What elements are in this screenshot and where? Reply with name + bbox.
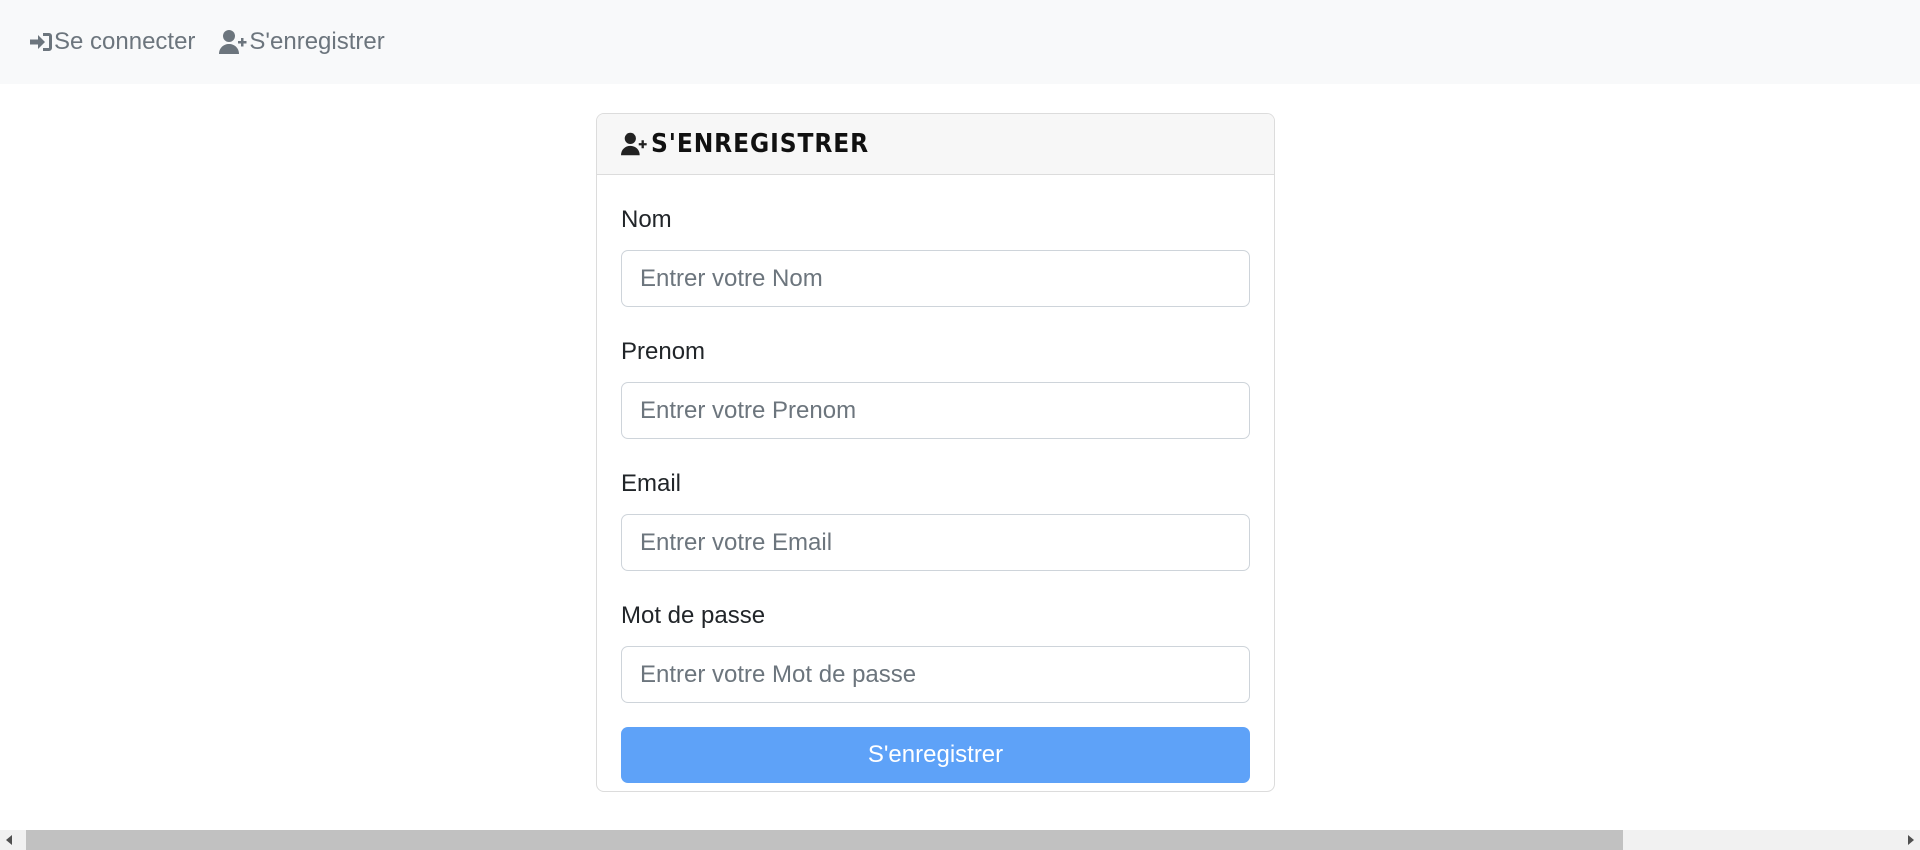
password-label: Mot de passe: [621, 602, 766, 629]
user-plus-icon: [621, 131, 649, 157]
password-input[interactable]: [621, 646, 1250, 703]
scroll-right-arrow-icon[interactable]: [1900, 830, 1920, 850]
name-input[interactable]: [621, 250, 1250, 307]
user-plus-icon: [219, 29, 249, 55]
nav-register-label: S'enregistrer: [249, 28, 385, 55]
horizontal-scrollbar[interactable]: [0, 830, 1920, 850]
top-navbar: Se connecter S'enregistrer: [0, 0, 1920, 84]
nav-login-label: Se connecter: [54, 28, 196, 55]
email-label: Email: [621, 470, 682, 497]
register-card: S'enregistrer Nom Prenom Email Mot de pa…: [596, 113, 1275, 792]
firstname-label: Prenom: [621, 338, 706, 365]
nav-register-link[interactable]: S'enregistrer: [219, 28, 385, 56]
sign-in-icon: [28, 31, 54, 53]
firstname-input[interactable]: [621, 382, 1250, 439]
register-submit-button[interactable]: S'enregistrer: [621, 727, 1250, 783]
card-header: S'enregistrer: [597, 114, 1274, 175]
card-title: S'enregistrer: [651, 129, 870, 159]
register-form: Nom Prenom Email Mot de passe S'enregist…: [597, 205, 1274, 783]
email-input[interactable]: [621, 514, 1250, 571]
name-label: Nom: [621, 206, 672, 233]
scrollbar-thumb[interactable]: [26, 830, 1623, 850]
nav-login-link[interactable]: Se connecter: [28, 28, 195, 56]
scroll-left-arrow-icon[interactable]: [0, 830, 20, 850]
